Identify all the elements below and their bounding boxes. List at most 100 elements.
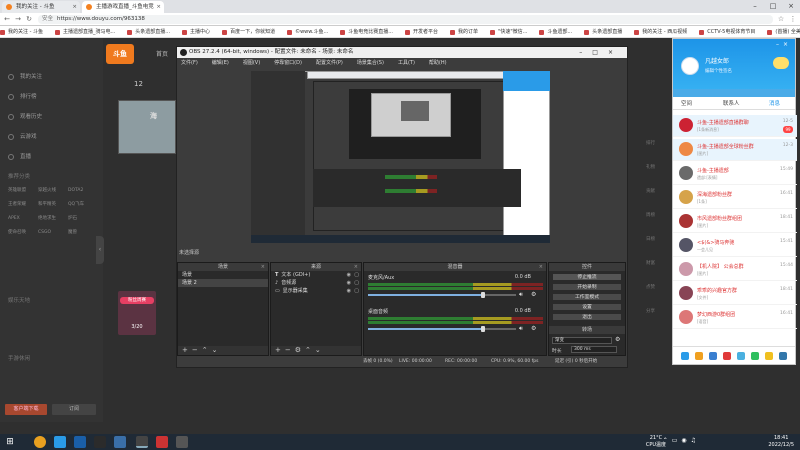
- close-tab-icon[interactable]: ×: [72, 1, 77, 13]
- category-item[interactable]: 英雄联盟: [8, 184, 38, 198]
- tab-zone[interactable]: 空间: [681, 98, 692, 110]
- scene-item-selected[interactable]: 场景 2: [178, 279, 268, 287]
- chat-list-item[interactable]: 斗鱼-主播遗部直播群聊 [1条新消息] 12-5 99: [673, 115, 797, 137]
- speaker-icon[interactable]: 🔊︎: [519, 291, 523, 299]
- settings-gear-icon[interactable]: ⚙: [531, 291, 536, 298]
- move-down-icon[interactable]: ⌄: [315, 346, 325, 354]
- move-down-icon[interactable]: ⌄: [212, 346, 222, 354]
- sidebar-item-cloud-game[interactable]: 云游戏: [8, 132, 37, 140]
- chat-list-item[interactable]: 斗鱼-主播遗部全球粉丝群 [图片] 12-3: [673, 139, 797, 161]
- tab-contacts[interactable]: 联系人: [723, 98, 740, 110]
- folder-icon[interactable]: [695, 352, 703, 360]
- mail-icon[interactable]: [709, 352, 717, 360]
- menu-profile[interactable]: 配置文件(P): [316, 60, 343, 66]
- tiktok-icon[interactable]: [94, 436, 106, 448]
- category-item[interactable]: 绝地求生: [38, 212, 68, 226]
- volume-slider-knob[interactable]: [481, 292, 486, 298]
- tab-messages[interactable]: 消息: [769, 98, 780, 110]
- qq-search-input[interactable]: [673, 89, 795, 97]
- remove-icon[interactable]: −: [285, 346, 295, 354]
- bookmark-item[interactable]: 我的关注 - 西瓜视频: [634, 26, 687, 37]
- minimize-icon[interactable]: –: [746, 0, 764, 13]
- bookmark-item[interactable]: 主播中心: [182, 26, 210, 37]
- stop-streaming-button[interactable]: 停止推流: [552, 273, 622, 281]
- duration-input[interactable]: 300 ms: [571, 346, 617, 353]
- remove-icon[interactable]: −: [192, 346, 202, 354]
- studio-mode-button[interactable]: 工作室模式: [552, 293, 622, 301]
- sidebar-item-history[interactable]: 观看历史: [8, 112, 42, 120]
- category-item[interactable]: QQ飞车: [68, 198, 98, 212]
- windows-start-icon[interactable]: ⊞: [4, 436, 16, 448]
- video-icon[interactable]: [751, 352, 759, 360]
- top-nav-home[interactable]: 首页: [156, 49, 168, 58]
- close-tab-icon[interactable]: ×: [156, 1, 161, 13]
- bookmark-item[interactable]: CCTV-5电视体育节目: [699, 26, 755, 37]
- rank-item[interactable]: 贡献: [646, 188, 655, 194]
- qq-signature[interactable]: 编辑个性签名: [705, 68, 732, 74]
- apps-icon[interactable]: [779, 352, 787, 360]
- maximize-icon[interactable]: □: [764, 0, 782, 13]
- menu-tools[interactable]: 工具(T): [398, 60, 415, 66]
- exit-button[interactable]: 退出: [552, 313, 622, 321]
- obs-preview-canvas[interactable]: [251, 71, 550, 243]
- cloud-icon[interactable]: [737, 352, 745, 360]
- menu-view[interactable]: 视图(V): [243, 60, 260, 66]
- menu-file[interactable]: 文件(F): [181, 60, 198, 66]
- visibility-eye-icon[interactable]: ◉: [347, 271, 351, 279]
- qq-avatar[interactable]: [681, 57, 699, 75]
- category-item[interactable]: CSGO: [38, 226, 68, 240]
- game-icon[interactable]: [723, 352, 731, 360]
- menu-docks[interactable]: 停靠窗口(D): [274, 60, 302, 66]
- menu-icon[interactable]: [681, 352, 689, 360]
- url-input[interactable]: 安全 https://www.douyu.com/963138: [38, 15, 773, 24]
- volume-slider[interactable]: 🔊︎ ⚙: [368, 291, 543, 299]
- qq-icon[interactable]: [54, 436, 66, 448]
- bookmark-item[interactable]: 我的关注 - 斗鱼: [0, 26, 43, 37]
- category-item[interactable]: 和平精英: [38, 198, 68, 212]
- rank-item[interactable]: 排行: [646, 140, 655, 146]
- lock-icon[interactable]: ▢: [354, 279, 359, 287]
- category-item[interactable]: 穿越火线: [38, 184, 68, 198]
- bookmark-star-icon[interactable]: ☆: [776, 13, 786, 26]
- visibility-eye-icon[interactable]: ◉: [347, 279, 351, 287]
- chat-list-item[interactable]: 深海遗部粉丝群 [1条] 16:41: [673, 187, 797, 209]
- download-client-button[interactable]: 客户端下载: [5, 404, 47, 415]
- bookmark-item[interactable]: 斗鱼电竞比赛直播...: [340, 26, 393, 37]
- volume-slider-knob[interactable]: [481, 326, 486, 332]
- lock-icon[interactable]: ▢: [354, 287, 359, 295]
- forward-icon[interactable]: →: [13, 13, 23, 26]
- chat-list-item[interactable]: 斗鱼-主播遗部 遗部:[表情] 15:49: [673, 163, 797, 185]
- check-icon[interactable]: [74, 436, 86, 448]
- obs-icon[interactable]: [136, 436, 148, 448]
- category-item[interactable]: 魔兽: [68, 226, 98, 240]
- back-icon[interactable]: ←: [2, 13, 12, 26]
- lock-icon[interactable]: ▢: [354, 271, 359, 279]
- category-item[interactable]: 炉石: [68, 212, 98, 226]
- move-up-icon[interactable]: ⌃: [202, 346, 212, 354]
- sidebar-item-follow[interactable]: 我的关注: [8, 72, 42, 80]
- bookmark-item[interactable]: ©www.斗鱼...: [287, 26, 328, 37]
- reload-icon[interactable]: ↻: [24, 13, 34, 26]
- bookmark-item[interactable]: "快速"微信...: [490, 26, 527, 37]
- steam-icon[interactable]: [114, 436, 126, 448]
- volume-slider[interactable]: 🔊︎ ⚙: [368, 325, 543, 332]
- chat-list-item[interactable]: 市风遗部粉丝群组团 [图片] 18:41: [673, 211, 797, 233]
- settings-button[interactable]: 设置: [552, 303, 622, 311]
- sidebar-item-live[interactable]: 直播: [8, 152, 31, 160]
- fan-event-card[interactable]: 粉丝周赛 3/20: [118, 291, 156, 335]
- sidebar-collapse-button[interactable]: ‹: [96, 236, 104, 264]
- browser-tab-2[interactable]: 主播游戏直播_斗鱼电竞 ×: [82, 1, 164, 13]
- settings-gear-icon[interactable]: ⚙: [531, 325, 536, 332]
- menu-scene-collection[interactable]: 场景集合(S): [357, 60, 384, 66]
- category-item[interactable]: 使命召唤: [8, 226, 38, 240]
- dock-close-icon[interactable]: ×: [261, 263, 265, 271]
- douyu-logo[interactable]: 斗鱼: [106, 44, 134, 64]
- rank-item[interactable]: 分享: [646, 308, 655, 314]
- move-up-icon[interactable]: ⌃: [305, 346, 315, 354]
- rank-item[interactable]: 礼物: [646, 164, 655, 170]
- add-icon[interactable]: +: [182, 346, 192, 354]
- settings-gear-icon[interactable]: ⚙: [295, 346, 305, 354]
- taskbar-clock[interactable]: 18:41 2022/12/5: [768, 435, 794, 449]
- rank-item[interactable]: 周榜: [646, 212, 655, 218]
- close-icon[interactable]: ×: [782, 0, 800, 13]
